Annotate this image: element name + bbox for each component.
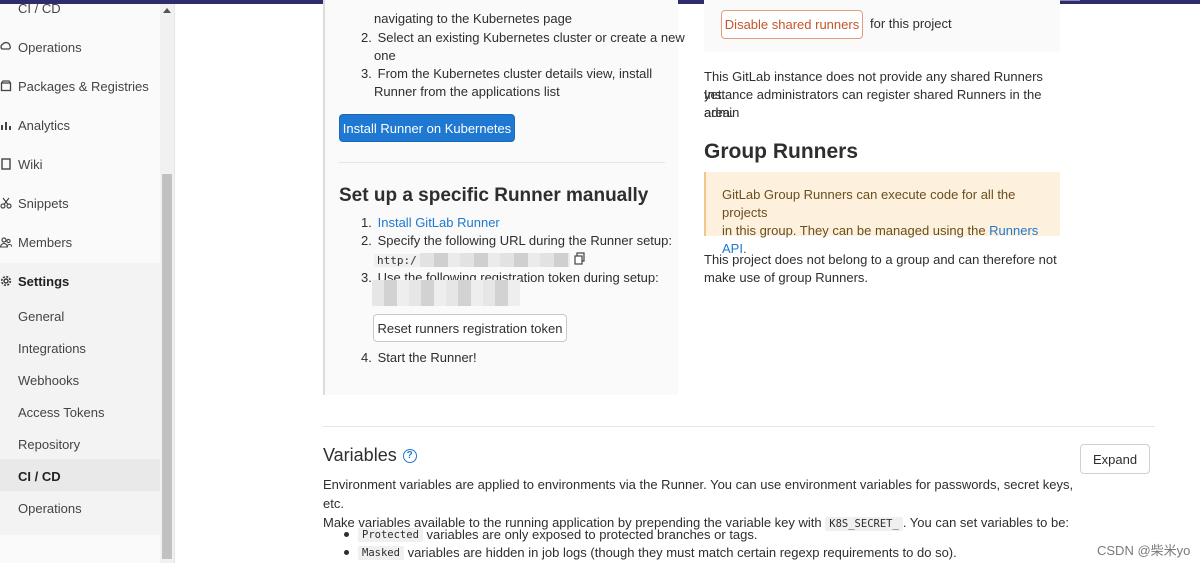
- cloud-gear-icon: [0, 41, 18, 53]
- for-project-text: for this project: [870, 16, 952, 31]
- csdn-watermark: CSDN @柴米yo: [1097, 543, 1191, 558]
- sidebar-item-operations[interactable]: Operations: [0, 31, 160, 63]
- specific-step2: 2. Specify the following URL during the …: [361, 233, 672, 248]
- group-runners-note-2: make use of group Runners.: [704, 270, 869, 285]
- settings-sub-general[interactable]: General: [18, 300, 64, 332]
- k8s-step3: 3. From the Kubernetes cluster details v…: [361, 66, 653, 81]
- book-icon: [0, 158, 18, 170]
- settings-sub-integrations[interactable]: Integrations: [18, 332, 86, 364]
- scissors-icon: [0, 197, 18, 209]
- scroll-up-arrow-icon[interactable]: [163, 8, 171, 13]
- sidebar-item-cicd-top[interactable]: CI / CD: [0, 0, 160, 24]
- settings-sub-operations[interactable]: Operations: [18, 492, 82, 524]
- specific-step4: 4. Start the Runner!: [361, 350, 477, 365]
- copy-url-icon[interactable]: [574, 252, 585, 268]
- question-circle-icon[interactable]: ?: [402, 448, 417, 463]
- gear-icon: [0, 275, 18, 287]
- bullet-dot: [344, 550, 349, 555]
- coordinator-url: http:/: [374, 252, 585, 268]
- variables-bullet-masked: Masked variables are hidden in job logs …: [344, 545, 957, 560]
- chart-icon: [0, 119, 18, 131]
- variables-description: Environment variables are applied to env…: [323, 477, 1074, 531]
- shared-runners-note-3: area.: [704, 105, 734, 120]
- settings-sub-repository[interactable]: Repository: [18, 428, 80, 460]
- specific-runner-title: Set up a specific Runner manually: [339, 185, 649, 206]
- sidebar-item-settings[interactable]: Settings: [0, 265, 160, 297]
- k8s-step1-tail: navigating to the Kubernetes page: [374, 11, 573, 26]
- variables-title: Variables ?: [323, 445, 417, 466]
- sidebar-item-snippets[interactable]: Snippets: [0, 187, 160, 219]
- settings-sub-access-tokens[interactable]: Access Tokens: [18, 396, 104, 428]
- divider: [339, 162, 665, 163]
- scrollbar-thumb[interactable]: [162, 174, 172, 559]
- users-icon: [0, 236, 18, 248]
- section-divider: [323, 426, 1155, 427]
- specific-step1: 1. Install GitLab Runner: [361, 215, 500, 230]
- sidebar-item-members[interactable]: Members: [0, 226, 160, 258]
- k8s-step2-cont: one: [374, 48, 396, 63]
- group-runners-title: Group Runners: [704, 140, 859, 163]
- variables-bullet-protected: Protected variables are only exposed to …: [344, 527, 758, 542]
- settings-sub-webhooks[interactable]: Webhooks: [18, 364, 79, 396]
- sidebar-item-packages[interactable]: Packages & Registries: [0, 70, 160, 102]
- package-icon: [0, 80, 18, 92]
- group-runners-note-1: This project does not belong to a group …: [704, 252, 1057, 267]
- group-runners-alert: GitLab Group Runners can execute code fo…: [704, 172, 1060, 256]
- reset-token-button[interactable]: Reset runners registration token: [373, 314, 567, 342]
- install-runner-kubernetes-button[interactable]: Install Runner on Kubernetes: [339, 114, 515, 142]
- k8s-step2: 2. Select an existing Kubernetes cluster…: [361, 30, 685, 45]
- k8s-step3-cont: Runner from the applications list: [374, 84, 560, 99]
- expand-variables-button[interactable]: Expand: [1080, 444, 1150, 474]
- sidebar-item-analytics[interactable]: Analytics: [0, 109, 160, 141]
- settings-sub-cicd[interactable]: CI / CD: [18, 460, 61, 492]
- disable-shared-runners-button[interactable]: Disable shared runners: [721, 10, 863, 39]
- redacted-registration-token: [372, 280, 520, 306]
- sidebar-item-wiki[interactable]: Wiki: [0, 148, 160, 180]
- sidebar-scrollbar[interactable]: [160, 4, 174, 563]
- redacted-url: [419, 253, 570, 267]
- bullet-dot: [344, 532, 349, 537]
- sidebar: CI / CD Operations Packages & Registries…: [0, 1, 175, 563]
- install-gitlab-runner-link[interactable]: Install GitLab Runner: [378, 215, 500, 230]
